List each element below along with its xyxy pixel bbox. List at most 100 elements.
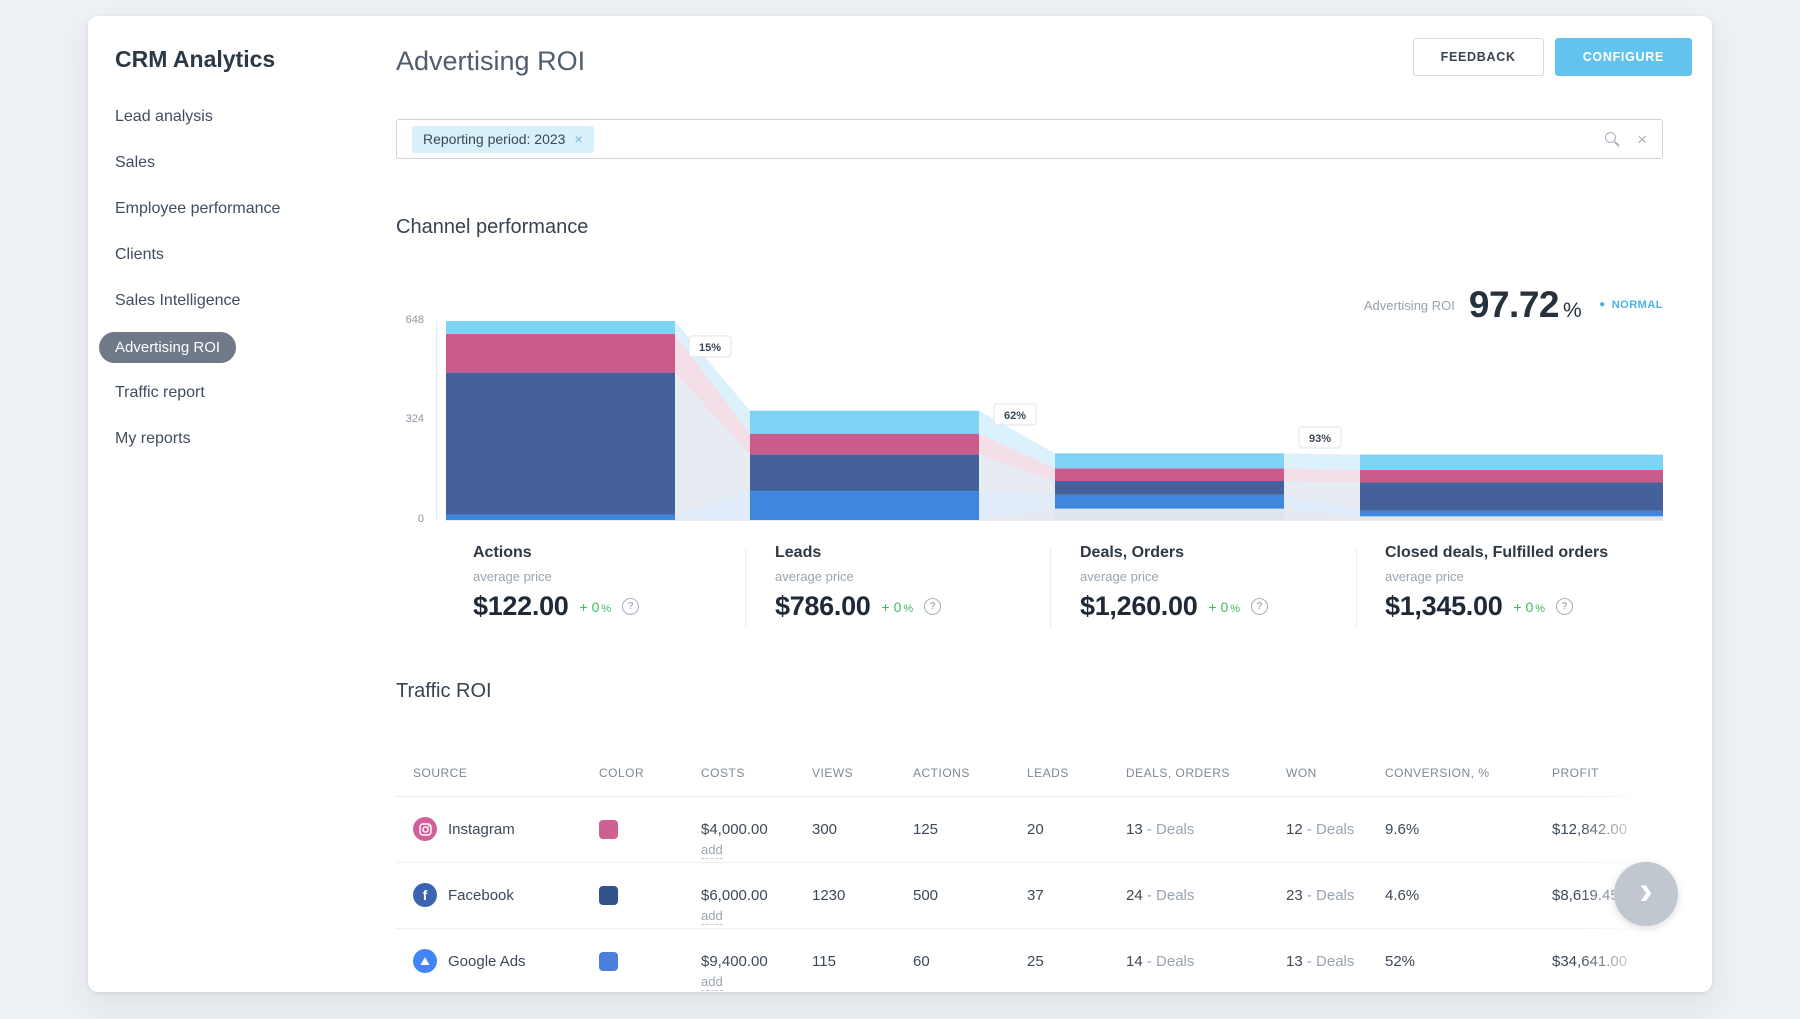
sidebar-item-employee-performance[interactable]: Employee performance bbox=[115, 186, 365, 232]
traffic-roi-title: Traffic ROI bbox=[396, 680, 492, 703]
sidebar-item-lead-analysis[interactable]: Lead analysis bbox=[115, 94, 365, 140]
stat-delta: + 0% bbox=[882, 599, 914, 615]
conversion-cell: 52% bbox=[1385, 953, 1415, 970]
deals-count: 13 bbox=[1126, 821, 1143, 838]
add-costs-link[interactable]: add bbox=[701, 908, 723, 925]
chip-close-icon[interactable]: × bbox=[574, 132, 582, 146]
conversion-label: 93% bbox=[1299, 427, 1341, 448]
costs-cell: $6,000.00 add bbox=[701, 887, 768, 925]
column-header-leads: LEADS bbox=[1027, 766, 1069, 780]
column-header-profit: PROFIT bbox=[1552, 766, 1599, 780]
table-row-instagram: Instagram$4,000.00add3001252013 - Deals1… bbox=[396, 797, 1663, 863]
svg-text:15%: 15% bbox=[699, 342, 721, 354]
svg-text:62%: 62% bbox=[1004, 410, 1026, 422]
help-icon[interactable]: ? bbox=[622, 598, 639, 615]
table-row-facebook: fFacebook $6,000.00 add 1230 500 37 24 - Deals… bbox=[396, 863, 1663, 929]
stat-title: Leads bbox=[775, 544, 941, 562]
stat-price-row: $786.00+ 0%? bbox=[775, 591, 941, 622]
search-icon[interactable] bbox=[1605, 132, 1620, 147]
leads-cell: 37 bbox=[1027, 887, 1044, 904]
status-label: NORMAL bbox=[1612, 299, 1663, 311]
deals-label: - Deals bbox=[1143, 953, 1195, 970]
help-icon[interactable]: ? bbox=[924, 598, 941, 615]
filter-chip-label: Reporting period: 2023 bbox=[423, 131, 565, 147]
help-icon[interactable]: ? bbox=[1556, 598, 1573, 615]
stat-subtitle: average price bbox=[775, 569, 941, 584]
stat-delta: + 0% bbox=[1513, 599, 1545, 615]
sidebar-item-label: Clients bbox=[115, 247, 164, 263]
costs-value: $6,000.00 bbox=[701, 887, 768, 904]
filter-chip[interactable]: Reporting period: 2023 × bbox=[412, 126, 594, 153]
help-icon[interactable]: ? bbox=[1251, 598, 1268, 615]
status-dot-icon: ● bbox=[1599, 300, 1606, 310]
won-label: - Deals bbox=[1303, 887, 1355, 904]
clear-filter-icon[interactable]: × bbox=[1637, 131, 1647, 148]
column-header-actions: ACTIONS bbox=[913, 766, 970, 780]
app-title: CRM Analytics bbox=[115, 46, 275, 73]
funnel-chart: 15% 62% 93% bbox=[446, 316, 1663, 531]
stat-price-row: $122.00+ 0%? bbox=[473, 591, 639, 622]
stat-delta: + 0% bbox=[1208, 599, 1240, 615]
scroll-right-button[interactable]: › bbox=[1614, 862, 1678, 926]
conversion-label: 15% bbox=[689, 336, 731, 357]
column-header-deals: DEALS, ORDERS bbox=[1126, 766, 1230, 780]
conversion-cell: 9.6% bbox=[1385, 821, 1419, 838]
y-axis-line bbox=[436, 321, 437, 521]
sidebar-item-sales[interactable]: Sales bbox=[115, 140, 365, 186]
deals-label: - Deals bbox=[1143, 887, 1195, 904]
traffic-roi-table: Instagram$4,000.00add3001252013 - Deals1… bbox=[396, 760, 1663, 992]
sidebar-item-sales-intelligence[interactable]: Sales Intelligence bbox=[115, 278, 365, 324]
deals-cell: 13 - Deals bbox=[1126, 821, 1194, 838]
leads-cell: 20 bbox=[1027, 821, 1044, 838]
views-cell: 1230 bbox=[812, 887, 845, 904]
column-header-views: VIEWS bbox=[812, 766, 853, 780]
stat-divider bbox=[1050, 548, 1051, 628]
feedback-button[interactable]: FEEDBACK bbox=[1413, 38, 1544, 76]
source-label: Instagram bbox=[448, 821, 515, 838]
stat-title: Deals, Orders bbox=[1080, 544, 1268, 562]
add-costs-link[interactable]: add bbox=[701, 974, 723, 991]
color-cell bbox=[599, 952, 618, 971]
y-tick-label: 648 bbox=[396, 314, 424, 326]
column-header-conversion: CONVERSION, % bbox=[1385, 766, 1490, 780]
source-cell: fFacebook bbox=[413, 883, 514, 907]
sidebar-item-my-reports[interactable]: My reports bbox=[115, 416, 365, 462]
profit-cell: $12,842.00 bbox=[1552, 821, 1627, 838]
page-background: { "app": { "title": "CRM Analytics" }, "… bbox=[0, 0, 1800, 1019]
sidebar-item-label: Sales Intelligence bbox=[115, 293, 240, 309]
instagram-icon bbox=[413, 817, 437, 841]
actions-cell: 500 bbox=[913, 887, 938, 904]
chevron-right-icon: › bbox=[1639, 871, 1652, 911]
roi-label: Advertising ROI bbox=[1364, 298, 1455, 313]
leads-cell: 25 bbox=[1027, 953, 1044, 970]
sidebar-item-clients[interactable]: Clients bbox=[115, 232, 365, 278]
deals-cell: 24 - Deals bbox=[1126, 887, 1194, 904]
deals-count: 24 bbox=[1126, 887, 1143, 904]
sidebar-nav: Lead analysisSalesEmployee performance Cl… bbox=[115, 94, 365, 462]
stat-delta-unit: % bbox=[903, 603, 913, 615]
sidebar-item-traffic-report[interactable]: Traffic report bbox=[115, 370, 365, 416]
funnel-stats: Actionsaverage price$122.00+ 0%?Leadsave… bbox=[396, 544, 1663, 639]
stat-delta-unit: % bbox=[1535, 603, 1545, 615]
deals-count: 14 bbox=[1126, 953, 1143, 970]
costs-cell: $4,000.00add bbox=[701, 821, 768, 859]
stat-price: $1,345.00 bbox=[1385, 591, 1502, 622]
profit-cell: $34,641.00 bbox=[1552, 953, 1627, 970]
deals-label: - Deals bbox=[1143, 821, 1195, 838]
color-swatch bbox=[599, 952, 618, 971]
filter-bar[interactable]: Reporting period: 2023 × × bbox=[396, 119, 1663, 159]
source-label: Google Ads bbox=[448, 953, 526, 970]
table-row-google-ads: Google Ads$9,400.00add115602514 - Deals1… bbox=[396, 929, 1663, 992]
color-swatch bbox=[599, 886, 618, 905]
sidebar-item-advertising-roi[interactable]: Advertising ROI bbox=[115, 324, 365, 370]
svg-text:93%: 93% bbox=[1309, 433, 1331, 445]
deals-cell: 14 - Deals bbox=[1126, 953, 1194, 970]
won-label: - Deals bbox=[1303, 821, 1355, 838]
add-costs-link[interactable]: add bbox=[701, 842, 723, 859]
sidebar-item-label: My reports bbox=[115, 431, 191, 447]
actions-cell: 125 bbox=[913, 821, 938, 838]
configure-button[interactable]: CONFIGURE bbox=[1555, 38, 1692, 76]
conversion-label: 62% bbox=[994, 404, 1036, 425]
funnel-chart-area: Advertising ROI 97.72% ● NORMAL 6483240 … bbox=[396, 266, 1663, 541]
actions-cell: 60 bbox=[913, 953, 930, 970]
